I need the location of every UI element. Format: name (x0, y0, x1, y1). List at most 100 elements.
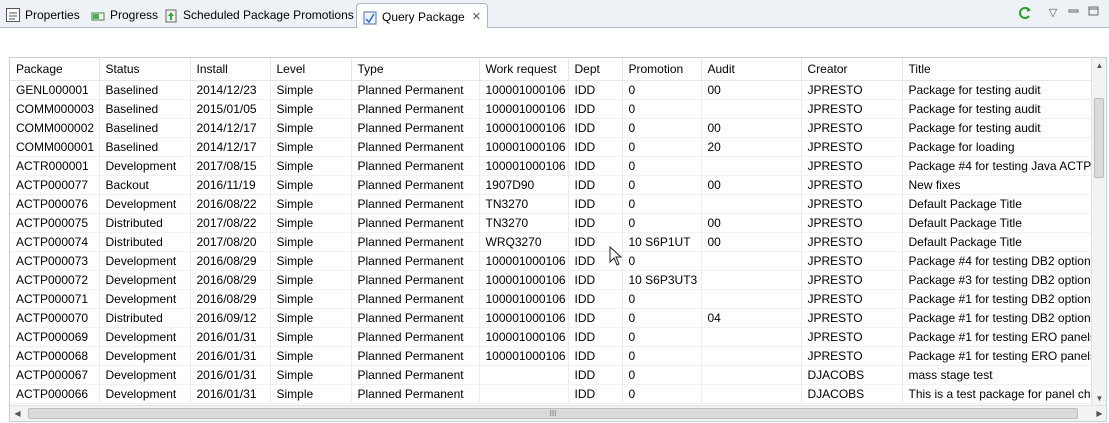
query-package-view: Package Status Install Level Type Work r… (0, 28, 1109, 423)
tab-label: Properties (25, 8, 80, 22)
cell-promotion: 10 S6P1UT (622, 232, 702, 252)
column-header-work-request[interactable]: Work request (479, 58, 569, 81)
cell-install: 2017/08/22 (190, 213, 271, 233)
cell-install: 2016/01/31 (190, 346, 271, 366)
column-header-package[interactable]: Package (10, 58, 100, 81)
properties-icon (6, 8, 20, 22)
cell-audit: 00 (701, 232, 802, 252)
cell-dept: IDD (568, 270, 623, 290)
cell-status: Development (99, 194, 191, 214)
tab-label: Query Package (382, 9, 465, 24)
scroll-up-icon[interactable]: ▲ (1092, 58, 1106, 73)
cell-work-request: 100001000106 (479, 270, 569, 290)
cell-type: Planned Permanent (351, 270, 480, 290)
table-row[interactable]: COMM000003 Baselined 2015/01/05 Simple Plann… (10, 99, 1094, 119)
cell-dept: IDD (568, 289, 623, 309)
cell-audit: 00 (701, 175, 802, 195)
cell-creator: JPRESTO (801, 118, 903, 138)
cell-package: ACTP000073 (10, 251, 100, 271)
column-header-level[interactable]: Level (270, 58, 352, 81)
vertical-scroll-thumb[interactable] (1094, 98, 1104, 178)
cell-type: Planned Permanent (351, 384, 480, 404)
cell-level: Simple (270, 270, 352, 290)
cell-creator: JPRESTO (801, 251, 903, 271)
horizontal-scrollbar[interactable]: ◀ III ▶ (10, 405, 1106, 421)
tab-progress[interactable]: Progress (91, 3, 158, 27)
table-row[interactable]: ACTP000069 Development 2016/01/31 Simple Pla… (10, 327, 1094, 347)
scroll-right-icon[interactable]: ▶ (1092, 406, 1106, 421)
cell-work-request: TN3270 (479, 194, 569, 214)
cell-level: Simple (270, 384, 352, 404)
column-header-type[interactable]: Type (351, 58, 480, 81)
cell-install: 2016/01/31 (190, 384, 271, 404)
cell-level: Simple (270, 308, 352, 328)
table-row[interactable]: ACTR000001 Development 2017/08/15 Simple Pla… (10, 156, 1094, 176)
column-header-promotion[interactable]: Promotion (622, 58, 702, 81)
cell-install: 2016/09/12 (190, 308, 271, 328)
horizontal-scroll-thumb[interactable]: III (28, 408, 1078, 419)
column-header-install[interactable]: Install (190, 58, 271, 81)
cell-install: 2016/08/22 (190, 194, 271, 214)
table-row[interactable]: ACTP000070 Distributed 2016/09/12 Simple Pla… (10, 308, 1094, 328)
query-package-icon (363, 10, 377, 24)
close-icon[interactable]: ✕ (472, 6, 481, 28)
table-row[interactable]: ACTP000068 Development 2016/01/31 Simple Pla… (10, 346, 1094, 366)
cell-creator: JPRESTO (801, 99, 903, 119)
cell-status: Development (99, 251, 191, 271)
cell-dept: IDD (568, 213, 623, 233)
column-header-title[interactable]: Title (902, 58, 1094, 81)
cell-type: Planned Permanent (351, 137, 480, 157)
cell-status: Development (99, 156, 191, 176)
table-row[interactable]: ACTP000075 Distributed 2017/08/22 Simple Pla… (10, 213, 1094, 233)
column-header-status[interactable]: Status (99, 58, 191, 81)
table-row[interactable]: ACTP000073 Development 2016/08/29 Simple Pla… (10, 251, 1094, 271)
progress-icon (91, 8, 105, 22)
cell-level: Simple (270, 194, 352, 214)
table-row[interactable]: ACTP000072 Development 2016/08/29 Simple Pla… (10, 270, 1094, 290)
table-row[interactable]: ACTP000067 Development 2016/01/31 Simple Pla… (10, 365, 1094, 385)
column-header-dept[interactable]: Dept (568, 58, 623, 81)
refresh-icon[interactable] (1017, 5, 1033, 21)
cell-work-request: 100001000106 (479, 327, 569, 347)
tab-scheduled-package-promotions[interactable]: Scheduled Package Promotions (164, 3, 354, 27)
cell-type: Planned Permanent (351, 194, 480, 214)
cell-type: Planned Permanent (351, 365, 480, 385)
cell-creator: JPRESTO (801, 156, 903, 176)
cell-status: Development (99, 384, 191, 404)
cell-level: Simple (270, 327, 352, 347)
table-row[interactable]: ACTP000074 Distributed 2017/08/20 Simple Pla… (10, 232, 1094, 252)
cell-creator: JPRESTO (801, 137, 903, 157)
tab-properties[interactable]: Properties (6, 3, 80, 27)
cell-type: Planned Permanent (351, 99, 480, 119)
table-row[interactable]: ACTP000077 Backout 2016/11/19 Simple Planned… (10, 175, 1094, 195)
cell-status: Development (99, 365, 191, 385)
view-menu-icon[interactable]: ▽ (1045, 5, 1061, 21)
cell-title: Package for testing audit (902, 118, 1094, 138)
vertical-scrollbar[interactable]: ▲ ▼ (1091, 58, 1106, 406)
column-header-creator[interactable]: Creator (801, 58, 903, 81)
table-row[interactable]: COMM000001 Baselined 2014/12/17 Simple Plann… (10, 137, 1094, 157)
cell-type: Planned Permanent (351, 327, 480, 347)
minimize-icon[interactable] (1066, 5, 1082, 21)
maximize-icon[interactable] (1086, 5, 1102, 21)
column-header-audit[interactable]: Audit (701, 58, 802, 81)
scroll-down-icon[interactable]: ▼ (1092, 391, 1106, 406)
cell-package: ACTR000001 (10, 156, 100, 176)
table-row[interactable]: ACTP000071 Development 2016/08/29 Simple Pla… (10, 289, 1094, 309)
scroll-left-icon[interactable]: ◀ (10, 406, 25, 421)
cell-audit: 20 (701, 137, 802, 157)
table-row[interactable]: ACTP000066 Development 2016/01/31 Simple Pla… (10, 384, 1094, 404)
cell-title: Package #1 for testing DB2 option (902, 289, 1094, 309)
table-header-row: Package Status Install Level Type Work r… (10, 58, 1094, 81)
table-row[interactable]: COMM000002 Baselined 2014/12/17 Simple Plann… (10, 118, 1094, 138)
cell-audit: 04 (701, 308, 802, 328)
tab-query-package[interactable]: Query Package ✕ (356, 3, 488, 29)
table-row[interactable]: GENL000001 Baselined 2014/12/23 Simple Plann… (10, 80, 1094, 100)
cell-audit: 00 (701, 213, 802, 233)
cell-title: Default Package Title (902, 232, 1094, 252)
cell-package: ACTP000072 (10, 270, 100, 290)
table-row[interactable]: ACTP000076 Development 2016/08/22 Simple Pla… (10, 194, 1094, 214)
cell-package: ACTP000074 (10, 232, 100, 252)
cell-work-request: 100001000106 (479, 289, 569, 309)
cell-promotion: 10 S6P3UT3 (622, 270, 702, 290)
